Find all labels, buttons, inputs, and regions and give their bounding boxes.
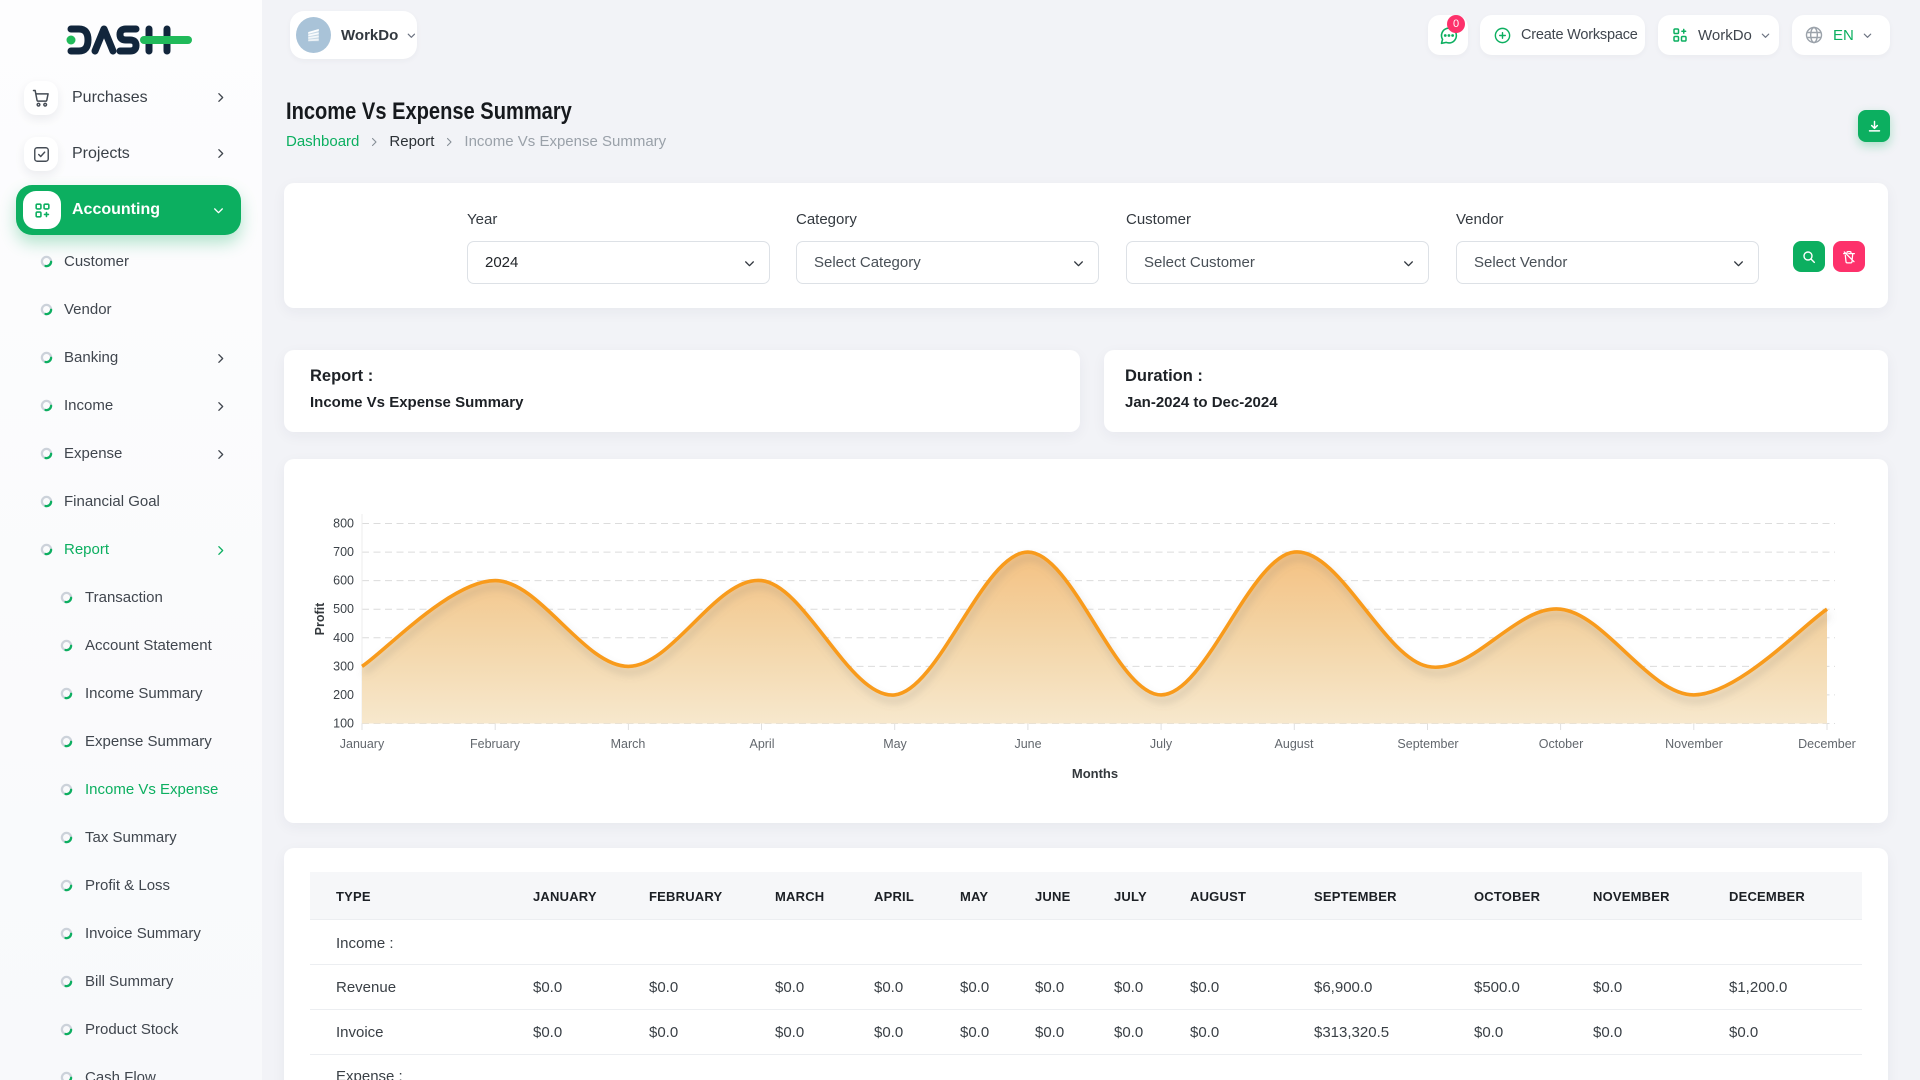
svg-text:May: May bbox=[883, 737, 907, 751]
svg-text:100: 100 bbox=[333, 717, 354, 731]
svg-text:March: March bbox=[611, 737, 646, 751]
svg-text:July: July bbox=[1150, 737, 1173, 751]
svg-text:500: 500 bbox=[333, 602, 354, 616]
svg-text:February: February bbox=[470, 737, 521, 751]
svg-text:Months: Months bbox=[1072, 766, 1118, 781]
svg-text:September: September bbox=[1397, 737, 1458, 751]
svg-text:800: 800 bbox=[333, 517, 354, 531]
svg-text:June: June bbox=[1014, 737, 1041, 751]
svg-text:200: 200 bbox=[333, 688, 354, 702]
svg-text:300: 300 bbox=[333, 659, 354, 673]
svg-text:April: April bbox=[749, 737, 774, 751]
svg-text:January: January bbox=[340, 737, 385, 751]
svg-text:October: October bbox=[1539, 737, 1583, 751]
svg-text:600: 600 bbox=[333, 574, 354, 588]
svg-text:Profit: Profit bbox=[313, 602, 327, 635]
svg-text:700: 700 bbox=[333, 545, 354, 559]
svg-text:400: 400 bbox=[333, 631, 354, 645]
svg-text:December: December bbox=[1798, 737, 1856, 751]
svg-text:November: November bbox=[1665, 737, 1723, 751]
svg-text:August: August bbox=[1275, 737, 1314, 751]
